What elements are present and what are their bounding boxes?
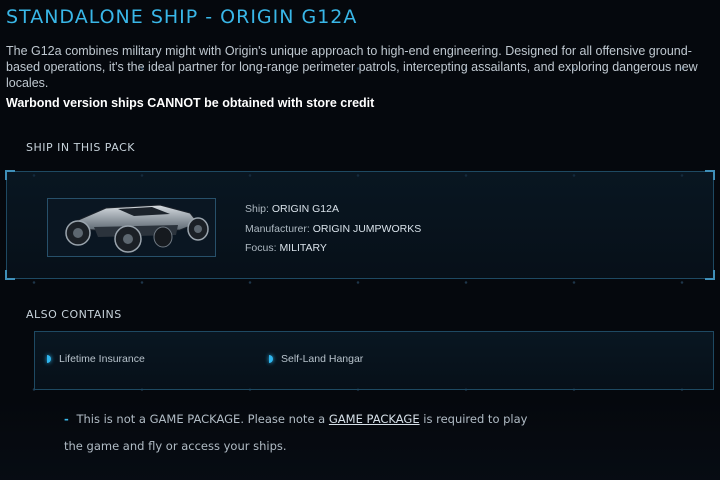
ship-label: Ship: (245, 203, 269, 215)
page-title: STANDALONE SHIP - ORIGIN G12A (6, 6, 358, 28)
corner-decoration (5, 170, 15, 180)
also-contains-heading: ALSO CONTAINS (26, 308, 122, 321)
corner-decoration (705, 170, 715, 180)
ship-panel: Ship: ORIGIN G12A Manufacturer: ORIGIN J… (5, 170, 715, 280)
corner-decoration (5, 270, 15, 280)
item-label: Lifetime Insurance (59, 353, 145, 365)
ship-details: Ship: ORIGIN G12A Manufacturer: ORIGIN J… (245, 200, 421, 259)
game-package-link[interactable]: GAME PACKAGE (329, 412, 420, 426)
bullet-icon (269, 355, 273, 363)
ship-thumbnail[interactable] (47, 198, 216, 257)
focus-value: MILITARY (279, 242, 327, 254)
manufacturer-label: Manufacturer: (245, 222, 310, 235)
store-credit-warning: Warbond version ships CANNOT be obtained… (6, 96, 375, 110)
ship-name-row: Ship: ORIGIN G12A (245, 200, 421, 220)
dash-icon: - (64, 412, 69, 426)
item-label: Self-Land Hangar (281, 353, 364, 365)
list-item: Lifetime Insurance (47, 353, 145, 365)
game-package-note: - This is not a GAME PACKAGE. Please not… (64, 406, 534, 460)
corner-decoration (705, 270, 715, 280)
manufacturer-row: Manufacturer: ORIGIN JUMPWORKS (245, 220, 421, 240)
list-item: Self-Land Hangar (269, 353, 363, 365)
ship-in-pack-heading: SHIP IN THIS PACK (26, 141, 135, 154)
note-text-start: This is not a GAME PACKAGE. Please note … (76, 412, 326, 426)
focus-row: Focus: MILITARY (245, 239, 421, 259)
manufacturer-value: ORIGIN JUMPWORKS (312, 222, 422, 235)
ground-vehicle-icon (65, 204, 209, 253)
ship-value: ORIGIN G12A (271, 203, 339, 215)
also-contains-panel: Lifetime Insurance Self-Land Hangar (34, 331, 714, 390)
bullet-icon (47, 355, 51, 363)
ship-description: The G12a combines military might with Or… (6, 44, 698, 90)
focus-label: Focus: (245, 242, 277, 254)
